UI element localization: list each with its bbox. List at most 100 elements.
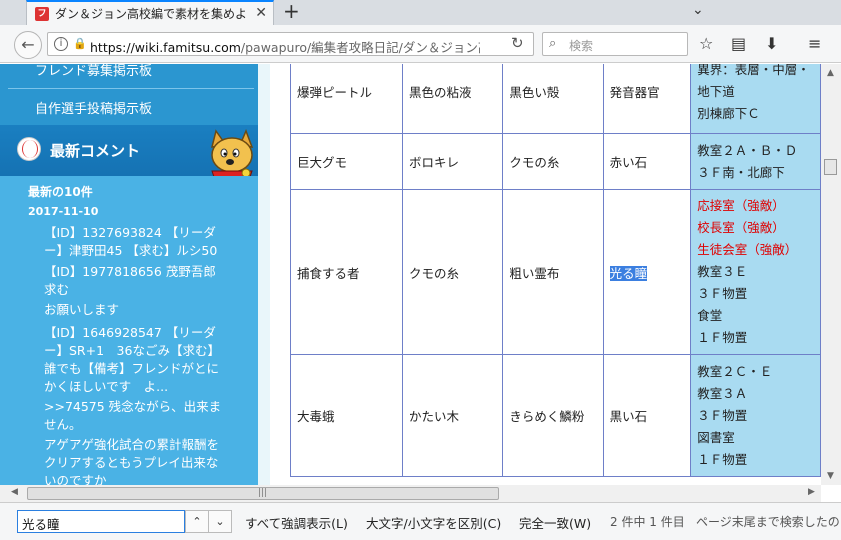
material-cell-3: 黒い石 (602, 354, 692, 477)
whole-word-toggle[interactable]: 完全一致(W) (519, 513, 591, 532)
location-cell: 教室２Ｃ・Ｅ 教室３Ａ ３Ｆ物置 図書室 １Ｆ物置 (690, 354, 821, 477)
location-text: 別棟廊下Ｃ (697, 105, 760, 121)
cell-text: ボロキレ (409, 155, 460, 170)
tab-bar: ファ ダン＆ジョン高校編で素材を集めよ ✕ + ⌄ (0, 0, 841, 33)
material-cell-1: かたい木 (402, 354, 504, 477)
material-table-area: 爆弾ピートル 黒色の粘液 黒色い殻 発音器官 異界：表層・中層・ 地下道 別棟廊下Ｃ 巨大グモ… (270, 64, 821, 485)
scroll-right-icon[interactable]: ▶ (808, 487, 815, 497)
match-case-toggle[interactable]: 大文字/小文字を区別(C) (366, 513, 501, 532)
mascot-dog-icon (211, 128, 254, 178)
material-table: 爆弾ピートル 黒色の粘液 黒色い殻 発音器官 異界：表層・中層・ 地下道 別棟廊下Ｃ 巨大グモ… (289, 64, 821, 477)
location-text: １Ｆ物置 (697, 330, 748, 345)
bookmark-star-icon[interactable]: ☆ (699, 34, 713, 53)
location-text: ３Ｆ物置 (697, 407, 748, 423)
table-row: 爆弾ピートル 黒色の粘液 黒色い殻 発音器官 異界：表層・中層・ 地下道 別棟廊下Ｃ (289, 64, 821, 134)
cell-text: 黒い石 (609, 409, 648, 424)
search-placeholder: 検索 (569, 39, 594, 53)
location-text: 校長室（強敵） (697, 220, 785, 235)
new-tab-icon[interactable]: + (283, 0, 300, 23)
reload-icon[interactable]: ↻ (511, 34, 524, 52)
material-cell-2: クモの糸 (502, 133, 604, 190)
location-text: 食堂 (697, 308, 723, 323)
comment-link[interactable]: 【ID】1646928547 【リーダー】SR+1 36なごみ【求む】誰でも【備… (44, 324, 224, 396)
comment-link[interactable]: >>74575 残念ながら、出来ません。 (44, 398, 224, 434)
url-bar[interactable]: i 🔒 https://wiki.famitsu.com/pawapuro/編集… (47, 32, 534, 56)
location-text: 教室３Ｅ (697, 264, 748, 279)
highlight-all-toggle[interactable]: すべて強調表示(L) (245, 513, 348, 532)
cell-text: 巨大グモ (297, 155, 348, 170)
url-domain: https://wiki.famitsu.com (90, 40, 241, 55)
find-bar: 光る瞳 ⌃ ⌄ すべて強調表示(L) 大文字/小文字を区別(C) 完全一致(W)… (0, 502, 841, 540)
search-icon: ⌕ (549, 36, 557, 51)
find-next-button[interactable]: ⌄ (208, 510, 232, 533)
material-cell-2: きらめく鱗粉 (502, 354, 604, 477)
scroll-up-icon[interactable]: ▲ (827, 68, 834, 78)
scrollbar-thumb[interactable]: ||| (27, 487, 499, 500)
find-end-message: ページ末尾まで検索したの (696, 515, 840, 529)
navigation-bar: ← i 🔒 https://wiki.famitsu.com/pawapuro/… (0, 25, 841, 63)
location-text: １Ｆ物置 (697, 451, 748, 467)
comment-link[interactable]: 【ID】1977818656 茂野吾郎求む (44, 263, 224, 299)
cell-text: クモの糸 (509, 155, 560, 170)
browser-window: ファ ダン＆ジョン高校編で素材を集めよ ✕ + ⌄ ← i 🔒 https://… (0, 0, 841, 540)
location-text: 異界：表層・中層・ (697, 64, 810, 77)
recent-comments: 最新の10件 2017-11-10 【ID】1327693824 【リーダー】津… (0, 176, 258, 485)
scroll-left-icon[interactable]: ◀ (11, 487, 18, 497)
download-icon[interactable]: ⬇ (765, 34, 778, 53)
table-row: 巨大グモ ボロキレ クモの糸 赤い石 教室２Ａ・Ｂ・Ｄ ３Ｆ南・北廊下 (289, 133, 821, 190)
comments-date: 2017-11-10 (28, 205, 99, 218)
search-box[interactable]: ⌕ 検索 (542, 32, 688, 56)
find-previous-button[interactable]: ⌃ (185, 510, 209, 533)
cell-text: 大毒蛾 (297, 409, 335, 424)
divider (8, 88, 254, 89)
cell-text: 黒色の粘液 (409, 85, 472, 100)
table-row: 捕食する者 クモの糸 粗い霊布 光る瞳 応接室（強敵） 校長室（強敵） 生徒会室（強敵） 教室… (289, 189, 821, 355)
location-text: 地下道 (697, 83, 735, 99)
sidebar-link-friend-board[interactable]: フレンド募集掲示板 (35, 64, 152, 79)
back-icon: ← (21, 35, 35, 54)
comment-link[interactable]: アゲアゲ強化試合の累計報酬をクリアするともうプレイ出来ないのですか (44, 436, 224, 485)
lock-icon[interactable]: 🔒 (73, 37, 87, 50)
cell-text: 黒色い殻 (509, 85, 560, 100)
tab-title: ダン＆ジョン高校編で素材を集めよ (55, 7, 248, 21)
url-path: /pawapuro/編集者攻略日記/ダン＆ジョン高 (240, 40, 480, 55)
section-title: 最新コメント (50, 142, 141, 160)
horizontal-scrollbar[interactable]: ◀ ||| ▶ (0, 485, 821, 502)
find-input[interactable]: 光る瞳 (17, 510, 185, 533)
cell-text: きらめく鱗粉 (509, 409, 585, 424)
scrollbar-thumb[interactable] (824, 159, 837, 175)
scroll-down-icon[interactable]: ▼ (827, 471, 834, 481)
location-text: 教室２Ｃ・Ｅ (697, 363, 773, 379)
menu-icon[interactable]: ≡ (808, 34, 821, 53)
grip-icon: ||| (258, 488, 268, 498)
reader-icon[interactable]: ▤ (731, 34, 746, 53)
material-cell-1: クモの糸 (402, 189, 504, 355)
table-row: 大毒蛾 かたい木 きらめく鱗粉 黒い石 教室２Ｃ・Ｅ 教室３Ａ ３Ｆ物置 図書室 １Ｆ物置 (289, 354, 821, 477)
find-status: 2 件中 1 件目 (610, 515, 685, 529)
comment-link[interactable]: 【ID】1327693824 【リーダー】津野田45 【求む】ルシ50 (44, 224, 224, 260)
baseball-icon (17, 137, 41, 161)
sidebar: フレンド募集掲示板 自作選手投稿掲示板 最新コメント 最新の10件 2017-1… (0, 64, 258, 485)
location-text: 応接室（強敵） (697, 198, 785, 213)
page-content: フレンド募集掲示板 自作選手投稿掲示板 最新コメント 最新の10件 2017-1… (0, 64, 821, 485)
location-text: ３Ｆ南・北廊下 (697, 164, 785, 180)
vertical-scrollbar[interactable]: ▲ ▼ (821, 64, 841, 485)
close-tab-icon[interactable]: ✕ (255, 5, 267, 21)
monster-name-cell: 爆弾ピートル (289, 64, 404, 134)
comment-link[interactable]: お願いします (44, 301, 224, 319)
monster-name-cell: 大毒蛾 (289, 354, 404, 477)
location-cell: 応接室（強敵） 校長室（強敵） 生徒会室（強敵） 教室３Ｅ ３Ｆ物置 食堂 １Ｆ物置 (690, 189, 821, 355)
url-text[interactable]: https://wiki.famitsu.com/pawapuro/編集者攻略日… (90, 37, 480, 56)
chevron-down-icon[interactable]: ⌄ (692, 2, 704, 18)
sidebar-link-player-board[interactable]: 自作選手投稿掲示板 (35, 98, 152, 117)
browser-tab[interactable]: ファ ダン＆ジョン高校編で素材を集めよ ✕ (26, 0, 274, 33)
monster-name-cell: 捕食する者 (289, 189, 404, 355)
cell-text: かたい木 (409, 409, 460, 424)
chevron-up-icon: ⌃ (192, 515, 202, 528)
cell-text: クモの糸 (409, 265, 460, 281)
info-icon[interactable]: i (54, 37, 68, 51)
material-cell-3: 光る瞳 (602, 189, 692, 355)
back-button[interactable]: ← (14, 31, 42, 59)
material-cell-1: ボロキレ (402, 133, 504, 190)
location-cell: 異界：表層・中層・ 地下道別棟廊下Ｃ (690, 64, 821, 134)
